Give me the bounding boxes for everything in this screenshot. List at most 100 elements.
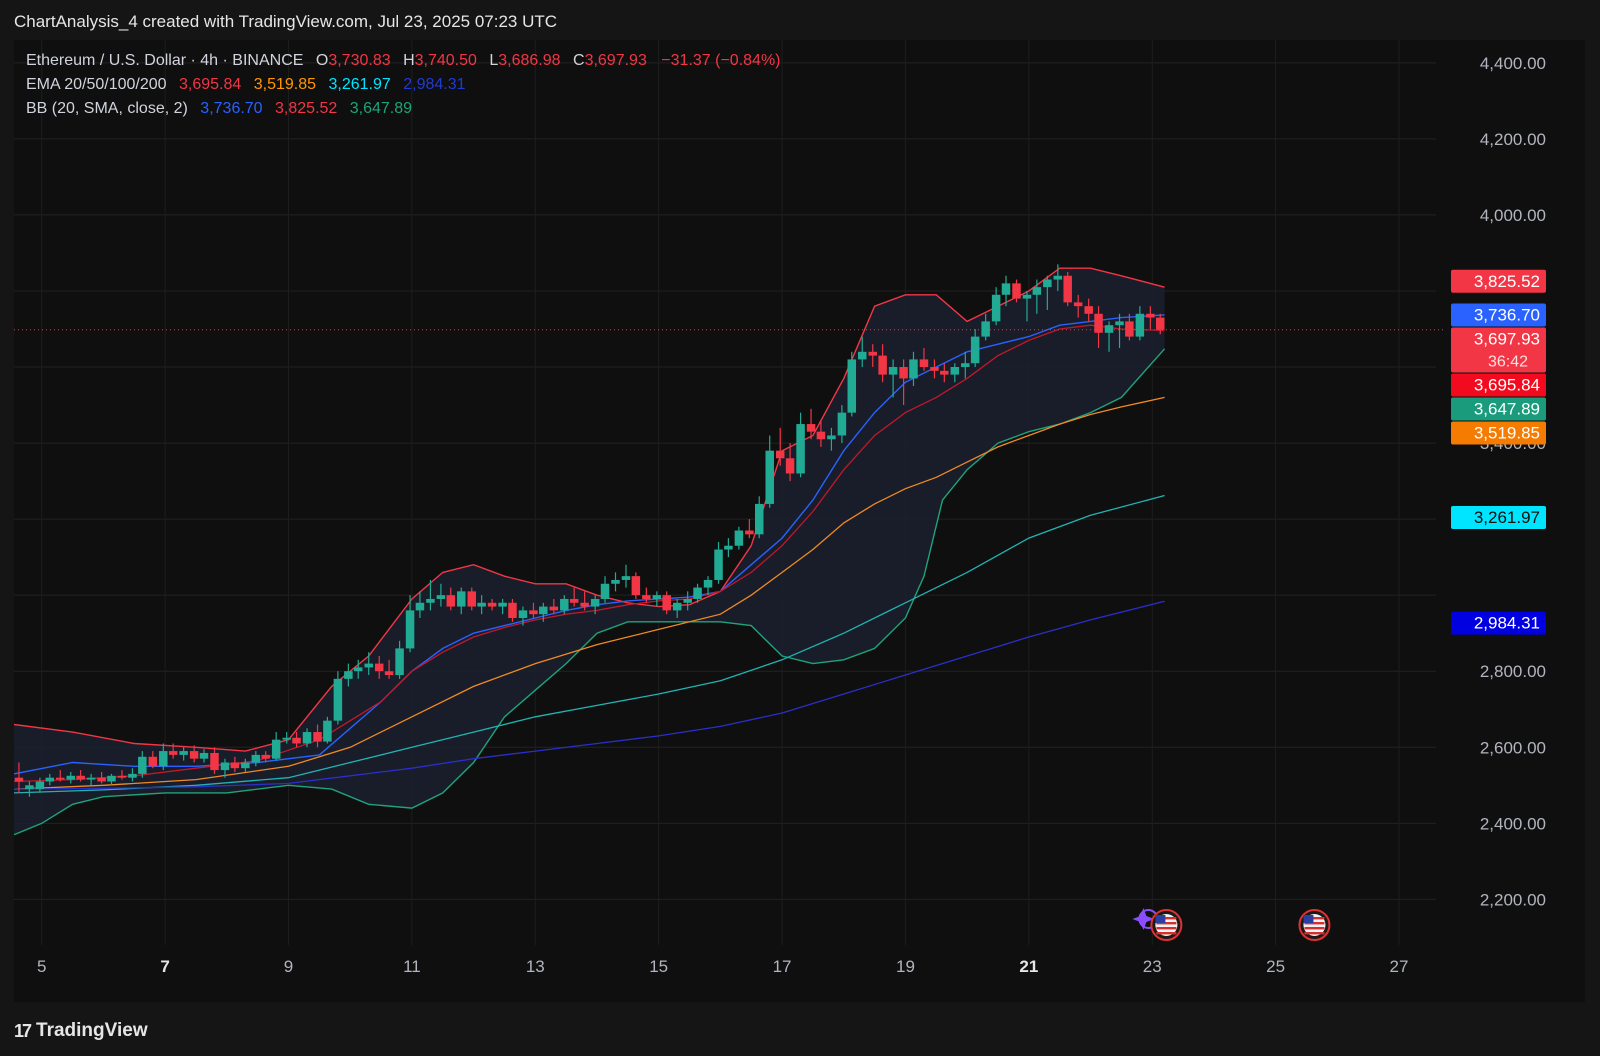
candle-body: [395, 648, 404, 676]
legend-symbol: Ethereum / U.S. Dollar · 4h · BINANCE: [26, 52, 304, 69]
grid: [14, 40, 1436, 945]
candle-body: [128, 773, 137, 778]
candle-body: [672, 602, 682, 611]
candle: [631, 572, 641, 599]
candle-body: [549, 606, 559, 611]
price-tag: 3,695.84: [1451, 373, 1546, 397]
candle: [991, 287, 1001, 326]
candle: [323, 716, 332, 744]
candle-body: [97, 777, 106, 782]
candle-body: [560, 598, 569, 611]
candle-body: [292, 737, 301, 744]
tradingview-logo[interactable]: 17 TradingView: [14, 1020, 148, 1042]
legend-bb-label: BB (20, SMA, close, 2): [26, 100, 188, 117]
x-tick-label: 21: [1019, 957, 1038, 976]
price-tag: 3,519.85: [1451, 421, 1546, 445]
candle-body: [14, 777, 24, 782]
x-tick-label: 9: [284, 957, 293, 976]
price-tag: 3,825.52: [1451, 269, 1546, 293]
candle-body: [271, 739, 281, 759]
candle-body: [467, 591, 477, 607]
candle-body: [714, 549, 723, 580]
price-tag: 3,697.93 36:42: [1451, 327, 1546, 373]
candle-body: [950, 367, 960, 375]
legend-bb[interactable]: BB (20, SMA, close, 2) 3,736.70 3,825.52…: [26, 100, 414, 118]
candle-body: [261, 754, 270, 759]
x-tick-label: 25: [1266, 957, 1285, 976]
candle-body: [364, 663, 373, 668]
price-tag-label: 3,697.93: [1474, 330, 1540, 349]
candle-body: [580, 602, 589, 607]
legend-open-value: 3,730.83: [328, 52, 391, 69]
candle-body: [662, 595, 671, 611]
legend-ema[interactable]: EMA 20/50/100/200 3,695.84 3,519.85 3,26…: [26, 76, 468, 94]
legend-bb-basis: 3,736.70: [200, 100, 263, 117]
candle-body: [806, 424, 816, 432]
legend-low-label: L: [489, 52, 499, 69]
candle-body: [909, 359, 918, 379]
candle-body: [858, 351, 867, 360]
x-tick-label: 23: [1143, 957, 1162, 976]
candle-body: [693, 587, 702, 599]
candle-body: [189, 751, 199, 759]
legend-bb-upper: 3,825.52: [275, 100, 338, 117]
x-tick-label: 15: [649, 957, 668, 976]
candle: [333, 671, 343, 725]
candle-body: [405, 610, 415, 649]
candle-body: [508, 602, 517, 618]
candle-body: [241, 762, 250, 769]
candle-body: [498, 602, 507, 607]
chart-panel[interactable]: 2,200.002,400.002,600.002,800.003,200.00…: [14, 40, 1585, 1002]
candle-body: [1073, 302, 1083, 307]
candle-body: [168, 751, 178, 755]
candle-body: [374, 663, 384, 672]
legend-high-label: H: [403, 52, 415, 69]
legend-change: −31.37 (−0.84%): [661, 52, 781, 69]
x-tick-label: 5: [37, 957, 46, 976]
candle-body: [25, 785, 34, 790]
candle-body: [457, 591, 466, 607]
candle-body: [930, 367, 939, 371]
candle-body: [251, 754, 261, 763]
candle: [765, 435, 774, 508]
candle-body: [899, 367, 908, 379]
candle-body: [1146, 313, 1155, 318]
candle-body: [961, 363, 970, 368]
candle-body: [868, 351, 878, 356]
flag-stripe: [1304, 927, 1325, 930]
price-chart[interactable]: 2,200.002,400.002,600.002,800.003,200.00…: [14, 40, 1585, 1002]
candle-body: [539, 606, 548, 615]
price-tag-label: 3,825.52: [1474, 272, 1540, 291]
candle: [611, 572, 620, 592]
candle-body: [796, 424, 805, 474]
candle-body: [631, 576, 641, 596]
legend-ema100: 3,261.97: [328, 76, 391, 93]
candle-body: [415, 602, 425, 611]
y-tick-label: 2,800.00: [1480, 662, 1546, 681]
candle-body: [477, 602, 486, 607]
legend-ema50: 3,519.85: [253, 76, 317, 93]
bollinger-bands: [14, 267, 1166, 836]
candle: [745, 519, 754, 539]
candle-body: [159, 751, 168, 767]
us-flag-icon: [1150, 909, 1183, 941]
candle-body: [981, 321, 990, 337]
candle-body: [230, 762, 240, 769]
tradingview-logo-icon: 17: [14, 1020, 32, 1041]
flag-stripe: [1156, 927, 1177, 930]
candle-body: [179, 751, 188, 755]
candle: [621, 564, 631, 588]
candle-body: [703, 579, 713, 588]
candle-body: [107, 775, 116, 782]
x-tick-label: 13: [526, 957, 545, 976]
candle-body: [66, 775, 76, 780]
flag-stripe: [1304, 932, 1325, 935]
y-tick-label: 4,200.00: [1480, 130, 1546, 149]
candle-body: [1012, 283, 1021, 299]
y-tick-label: 2,400.00: [1480, 814, 1546, 833]
legend-ohlc: Ethereum / U.S. Dollar · 4h · BINANCE O3…: [26, 52, 783, 70]
candle-body: [1022, 294, 1032, 299]
candle-body: [199, 752, 209, 759]
legend-close-value: 3,697.93: [584, 52, 647, 69]
event-markers[interactable]: [1132, 908, 1331, 941]
